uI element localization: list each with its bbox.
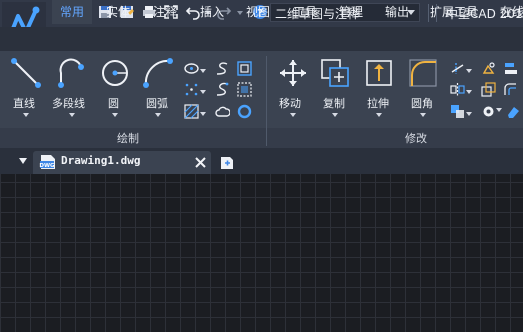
document-tab[interactable]: DWG Drawing1.dwg xyxy=(33,151,211,174)
modify-panel-title[interactable]: 修改 xyxy=(405,130,427,146)
donut-icon[interactable] xyxy=(237,104,252,119)
tab-manage[interactable]: 管理 xyxy=(331,0,371,24)
stretch-tool-button[interactable]: 拉伸 xyxy=(362,55,396,125)
line-icon xyxy=(11,58,41,88)
array-icon[interactable] xyxy=(450,104,465,119)
arc-icon xyxy=(143,58,173,88)
fillet-tool-button[interactable]: 圆角 xyxy=(406,55,440,125)
chevron-down-icon xyxy=(112,113,118,117)
tab-view[interactable]: 视图 xyxy=(238,0,278,24)
line-tool-button[interactable]: 直线 xyxy=(8,55,48,125)
trim-icon[interactable] xyxy=(450,61,465,76)
chevron-down-icon[interactable] xyxy=(496,104,502,119)
move-tool-label: 移动 xyxy=(279,97,301,110)
drawing-canvas[interactable] xyxy=(0,174,523,332)
chevron-down-icon[interactable] xyxy=(466,65,472,80)
align-icon[interactable] xyxy=(503,61,518,76)
chevron-down-icon xyxy=(23,113,29,117)
mirror-icon[interactable] xyxy=(450,82,465,97)
copy-icon xyxy=(321,59,349,87)
dwg-file-icon: DWG xyxy=(39,155,55,169)
new-tab-icon[interactable] xyxy=(219,155,236,170)
close-icon[interactable] xyxy=(195,157,206,168)
point-icon[interactable] xyxy=(184,82,199,97)
stretch-tool-label: 拉伸 xyxy=(367,97,389,110)
fillet-tool-label: 圆角 xyxy=(411,97,433,110)
ribbon-panel-footer: 绘制 修改 xyxy=(0,128,523,148)
ellipse-icon[interactable] xyxy=(184,61,199,76)
document-tab-name: Drawing1.dwg xyxy=(61,154,141,167)
tab-tools[interactable]: 工具 xyxy=(285,0,325,24)
panel-divider xyxy=(266,56,267,146)
tab-insert[interactable]: 插入 xyxy=(192,0,232,24)
tab-output[interactable]: 输出 xyxy=(377,0,417,24)
chevron-down-icon xyxy=(420,113,426,117)
chevron-down-icon xyxy=(376,113,382,117)
erase-icon[interactable] xyxy=(506,104,521,119)
fillet-icon xyxy=(409,59,437,87)
copy-tool-button[interactable]: 复制 xyxy=(318,55,352,125)
tab-online[interactable]: 在线 xyxy=(497,0,523,24)
rotate-icon[interactable] xyxy=(481,104,496,119)
chevron-down-icon xyxy=(332,113,338,117)
chevron-down-icon[interactable] xyxy=(466,86,472,101)
tab-home[interactable]: 常用 xyxy=(52,0,92,24)
tab-menu-arrow-icon[interactable] xyxy=(18,156,28,166)
stretch-icon xyxy=(366,60,392,86)
circle-tool-button[interactable]: 圆 xyxy=(98,55,132,125)
chevron-down-icon[interactable] xyxy=(466,108,472,123)
copy-tool-label: 复制 xyxy=(323,97,345,110)
hatch-icon[interactable] xyxy=(184,104,199,119)
move-tool-button[interactable]: 移动 xyxy=(276,55,310,125)
chevron-down-icon[interactable] xyxy=(200,86,206,101)
file-badge: DWG xyxy=(39,163,55,169)
chevron-down-icon[interactable] xyxy=(200,65,206,80)
boundary-icon[interactable] xyxy=(237,82,252,97)
cloud-icon[interactable] xyxy=(215,104,230,119)
polyline-tool-label: 多段线 xyxy=(52,97,85,110)
offset-icon[interactable] xyxy=(503,82,518,97)
revcloud-spline-icon[interactable] xyxy=(215,82,230,97)
polyline-icon xyxy=(58,58,84,88)
scale-icon[interactable] xyxy=(481,82,496,97)
polyline-tool-button[interactable]: 多段线 xyxy=(52,55,94,125)
circle-tool-label: 圆 xyxy=(108,97,119,110)
tab-solid[interactable]: 实体 xyxy=(98,0,138,24)
explode-icon[interactable] xyxy=(481,61,496,76)
chevron-down-icon xyxy=(155,113,161,117)
spline-icon[interactable] xyxy=(215,61,230,76)
draw-panel-title[interactable]: 绘制 xyxy=(117,130,139,146)
ribbon-tab-bar xyxy=(0,27,523,51)
line-tool-label: 直线 xyxy=(13,97,35,110)
chevron-down-icon[interactable] xyxy=(200,108,206,123)
chevron-down-icon xyxy=(290,113,296,117)
tab-annotate[interactable]: 注释 xyxy=(145,0,185,24)
circle-icon xyxy=(102,60,128,86)
chevron-down-icon xyxy=(69,113,75,117)
move-icon xyxy=(280,60,306,86)
arc-tool-button[interactable]: 圆弧 xyxy=(140,55,176,125)
tab-extended-tools[interactable]: 扩展工具 xyxy=(425,0,483,24)
rectangle-icon[interactable] xyxy=(237,61,252,76)
arc-tool-label: 圆弧 xyxy=(146,97,168,110)
